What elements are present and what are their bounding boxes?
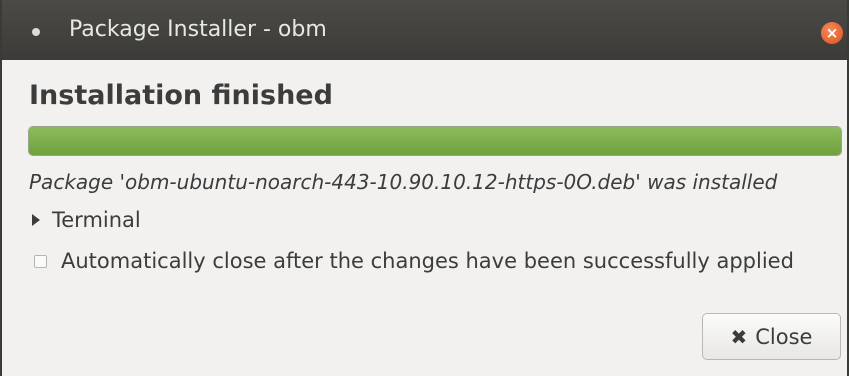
close-icon: ✖ <box>730 324 748 349</box>
close-button-label: Close <box>755 324 813 349</box>
terminal-expander-label: Terminal <box>52 208 141 232</box>
expander-arrow-icon[interactable] <box>32 214 40 226</box>
progress-bar-fill <box>29 127 841 155</box>
window-menu-dot-icon[interactable] <box>32 28 40 36</box>
progress-bar <box>28 126 842 156</box>
close-button[interactable]: ✖ Close <box>702 313 841 360</box>
terminal-expander[interactable]: Terminal <box>32 208 141 232</box>
window-close-icon[interactable]: × <box>821 22 843 44</box>
window-title: Package Installer - obm <box>69 17 327 42</box>
auto-close-checkbox[interactable] <box>34 254 47 268</box>
auto-close-option[interactable]: Automatically close after the changes ha… <box>34 249 794 273</box>
page-title: Installation finished <box>29 80 333 111</box>
package-installer-window: Package Installer - obm × Installation f… <box>0 0 849 376</box>
title-bar[interactable]: Package Installer - obm × <box>2 0 847 60</box>
status-message: Package 'obm-ubuntu-noarch-443-10.90.10.… <box>29 170 778 194</box>
auto-close-label: Automatically close after the changes ha… <box>61 249 794 273</box>
